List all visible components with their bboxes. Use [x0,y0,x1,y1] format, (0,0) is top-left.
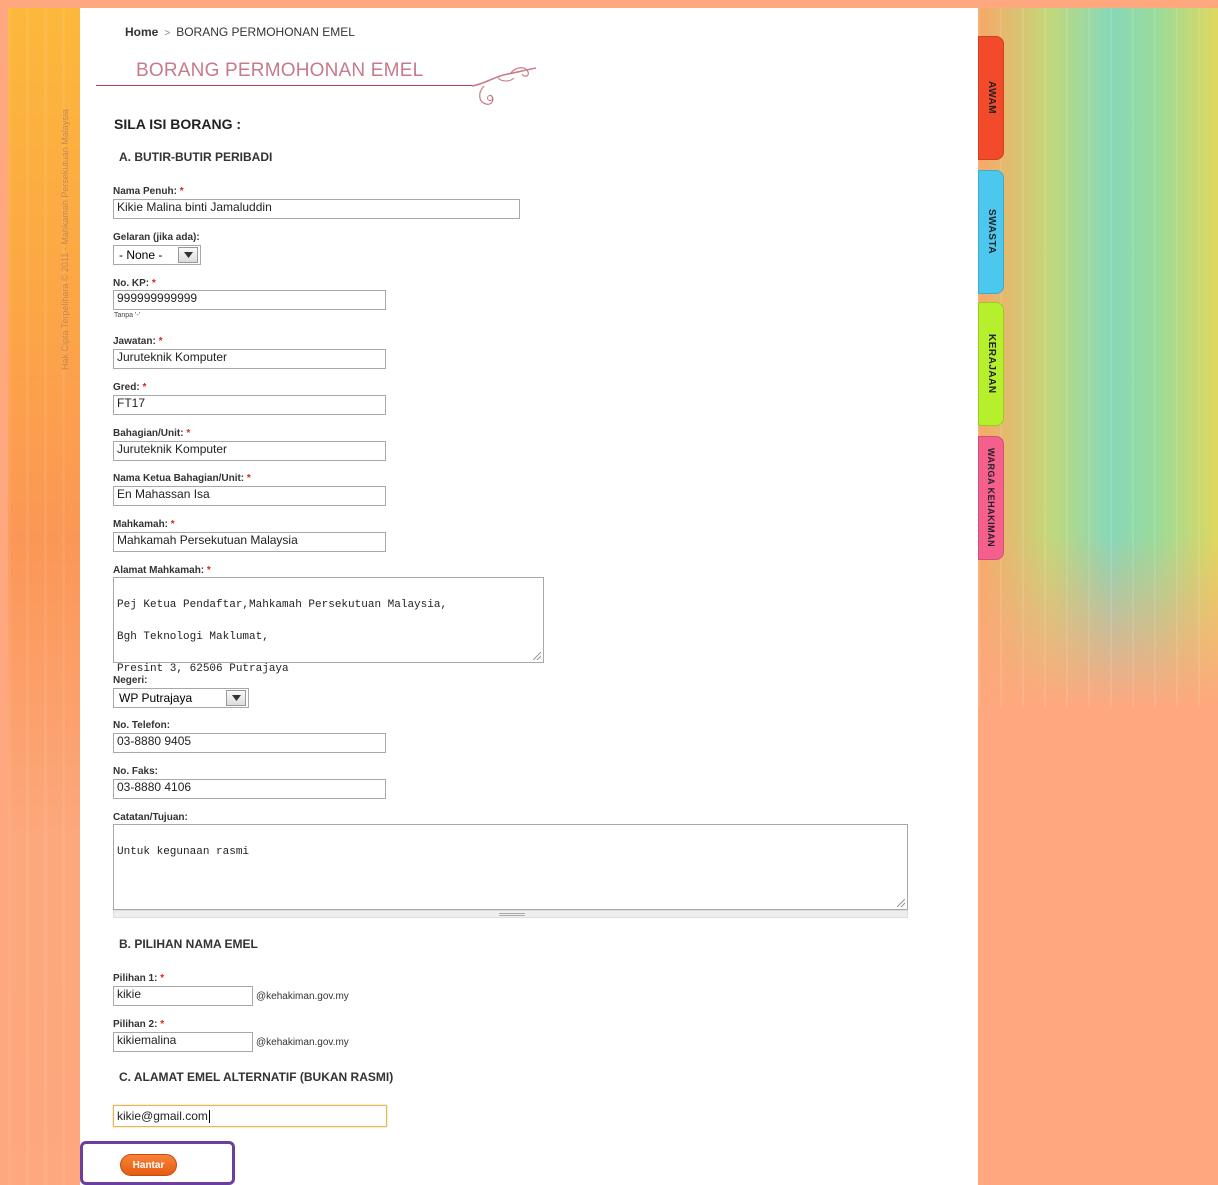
tab-swasta[interactable]: SWASTA [978,170,1004,294]
nama-penuh-label: Nama Penuh: * [113,186,184,197]
tab-awam-label: AWAM [986,81,997,115]
breadcrumb-separator-icon: > [164,28,171,39]
pilihan2-domain: @kehakiman.gov.my [256,1037,349,1048]
text-cursor [208,1110,210,1124]
mahkamah-input[interactable]: Mahkamah Persekutuan Malaysia [113,532,386,552]
breadcrumb: Home > BORANG PERMOHONAN EMEL [125,25,355,39]
bahagian-label: Bahagian/Unit: * [113,428,191,439]
alamat-textarea[interactable]: Pej Ketua Pendaftar,Mahkamah Persekutuan… [113,577,544,675]
tab-awam[interactable]: AWAM [978,36,1004,160]
mahkamah-label: Mahkamah: * [113,519,175,530]
gred-input[interactable]: FT17 [113,395,386,415]
copyright-text: Hak Cipta Terpelihara © 2011 - Mahkamah … [60,109,70,370]
telefon-input[interactable]: 03-8880 9405 [113,733,386,753]
tab-swasta-label: SWASTA [986,209,997,255]
no-kp-input[interactable]: 999999999999 [113,290,386,310]
tab-kerajaan[interactable]: KERAJAAN [978,302,1004,426]
section-c-heading: C. ALAMAT EMEL ALTERNATIF (BUKAN RASMI) [119,1070,394,1084]
alamat-line: Pej Ketua Pendaftar,Mahkamah Persekutuan… [117,599,448,611]
gelaran-select[interactable]: - None - [113,245,201,265]
pilihan2-label: Pilihan 2: * [113,1019,165,1030]
chevron-down-icon [178,247,198,263]
no-kp-hint: Tanpa '-' [114,312,141,319]
pilihan1-domain: @kehakiman.gov.my [256,991,349,1002]
catatan-label: Catatan/Tujuan: [113,812,188,823]
telefon-label: No. Telefon: [113,720,171,731]
resize-handle-icon[interactable] [897,899,905,907]
right-decorative-background [978,8,1218,708]
tab-kerajaan-label: KERAJAAN [986,334,997,394]
catatan-text: Untuk kegunaan rasmi [117,846,250,858]
alamat-label: Alamat Mahkamah: * [113,565,211,576]
alt-email-value: kikie@gmail.com [117,1109,208,1123]
ornament-swirl-icon [471,67,537,105]
section-a-heading: A. BUTIR-BUTIR PERIBADI [119,150,273,164]
resize-handle-icon[interactable] [533,652,541,660]
alt-email-input[interactable]: kikie@gmail.com [113,1105,387,1127]
tab-warga-kehakiman-label: WARGA KEHAKIMAN [986,448,996,548]
page-title: BORANG PERMOHONAN EMEL [136,60,424,81]
jawatan-input[interactable]: Juruteknik Komputer [113,349,386,369]
pilihan1-label: Pilihan 1: * [113,973,165,984]
negeri-selected: WP Putrajaya [119,691,193,705]
faks-label: No. Faks: [113,766,159,777]
alamat-line: Bgh Teknologi Maklumat, [117,631,269,643]
tab-warga-kehakiman[interactable]: WARGA KEHAKIMAN [978,436,1004,560]
ketua-input[interactable]: En Mahassan Isa [113,486,386,506]
gred-label: Gred: * [113,382,147,393]
faks-input[interactable]: 03-8880 4106 [113,779,386,799]
negeri-label: Negeri: [113,675,148,686]
gelaran-label: Gelaran (jika ada): [113,232,200,243]
breadcrumb-home-link[interactable]: Home [125,25,158,39]
textarea-grippie[interactable] [113,910,908,918]
no-kp-label: No. KP: * [113,278,156,289]
nama-penuh-input[interactable]: Kikie Malina binti Jamaluddin [113,199,520,219]
hantar-submit-button[interactable]: Hantar [120,1154,177,1176]
ketua-label: Nama Ketua Bahagian/Unit: * [113,473,251,484]
jawatan-label: Jawatan: * [113,336,163,347]
pilihan1-input[interactable]: kikie [113,986,253,1006]
gelaran-selected: - None - [119,248,163,262]
alamat-line: Presint 3, 62506 Putrajaya [117,663,289,675]
title-underline [96,85,476,86]
pilihan2-input[interactable]: kikiemalina [113,1032,253,1052]
section-b-heading: B. PILIHAN NAMA EMEL [119,937,258,951]
breadcrumb-current: BORANG PERMOHONAN EMEL [176,25,355,39]
bahagian-input[interactable]: Juruteknik Komputer [113,441,386,461]
negeri-select[interactable]: WP Putrajaya [113,688,249,708]
chevron-down-icon [226,690,246,706]
form-heading: SILA ISI BORANG : [114,116,242,132]
catatan-textarea[interactable]: Untuk kegunaan rasmi [113,824,908,910]
